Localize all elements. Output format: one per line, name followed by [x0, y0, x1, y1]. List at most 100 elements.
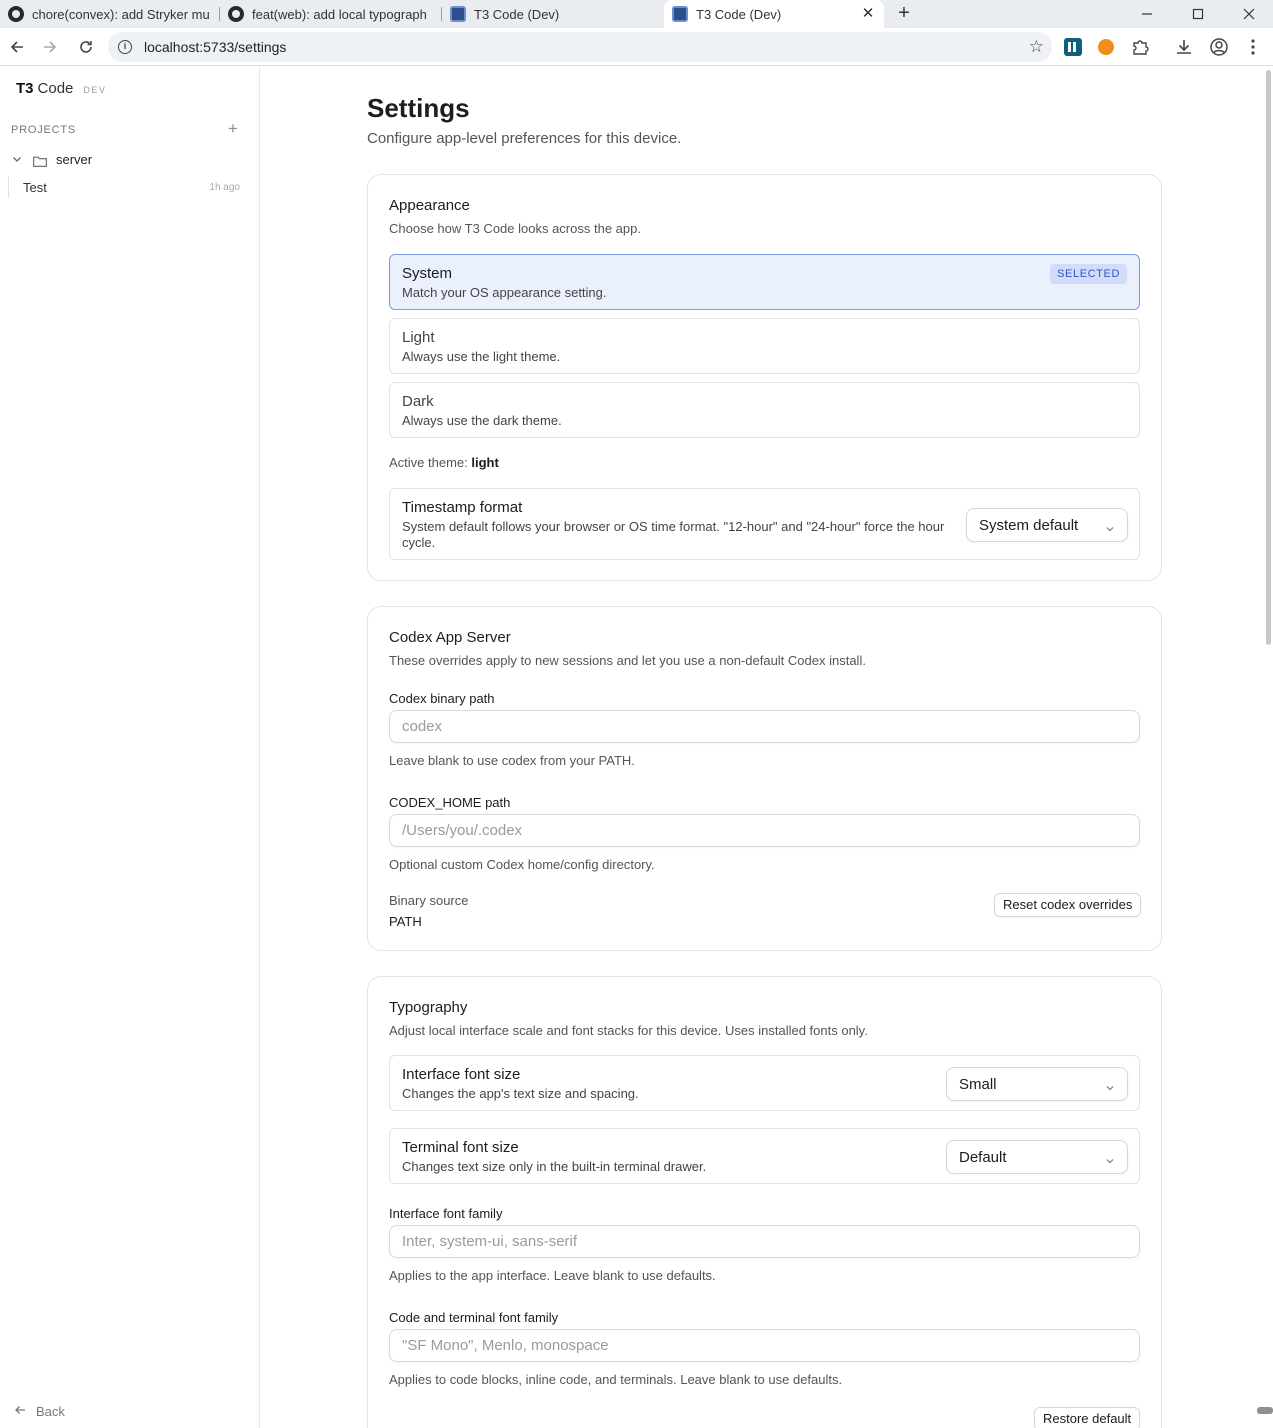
tab-title: T3 Code (Dev) [474, 6, 560, 22]
codex-binary-label: Codex binary path [389, 691, 495, 706]
reset-codex-overrides-button[interactable]: Reset codex overrides [994, 893, 1142, 917]
bookmark-star-icon[interactable]: ☆ [1029, 37, 1044, 57]
theme-option-title: Light [402, 329, 435, 346]
theme-option-light[interactable]: Light Always use the light theme. [389, 318, 1140, 374]
back-label: Back [36, 1404, 65, 1419]
tab-separator [219, 7, 220, 21]
terminal-font-size-select[interactable]: Default [946, 1140, 1128, 1174]
theme-option-description: Always use the dark theme. [402, 413, 562, 428]
interface-font-family-help: Applies to the app interface. Leave blan… [389, 1268, 716, 1283]
chevron-down-icon [1105, 1080, 1115, 1091]
theme-option-description: Match your OS appearance setting. [402, 285, 607, 300]
timestamp-format-row: Timestamp format System default follows … [389, 488, 1140, 560]
vertical-scrollbar[interactable] [1266, 70, 1271, 645]
terminal-font-size-row: Terminal font size Changes text size onl… [389, 1128, 1140, 1184]
t3-favicon-icon [672, 6, 688, 22]
codex-title: Codex App Server [389, 629, 511, 646]
reload-button[interactable] [72, 33, 100, 61]
sidebar: T3 Code DEV PROJECTS + server Test 1h ag… [0, 66, 260, 1428]
browser-tab-active[interactable]: T3 Code (Dev) ✕ [664, 0, 884, 28]
browser-tab[interactable]: feat(web): add local typograph [228, 0, 433, 28]
browser-tabstrip: chore(convex): add Stryker mu feat(web):… [0, 0, 1273, 28]
theme-option-description: Always use the light theme. [402, 349, 561, 364]
code-font-family-input[interactable] [389, 1329, 1140, 1362]
restore-default-button[interactable]: Restore default [1034, 1407, 1141, 1428]
page-subtitle: Configure app-level preferences for this… [367, 130, 682, 147]
appearance-title: Appearance [389, 197, 470, 214]
back-button[interactable]: Back [14, 1404, 65, 1419]
brand-name: Code [37, 80, 74, 97]
download-icon[interactable] [1174, 37, 1194, 57]
timestamp-format-title: Timestamp format [402, 499, 523, 516]
active-theme-value: light [471, 455, 499, 470]
interface-font-size-select[interactable]: Small [946, 1067, 1128, 1101]
timestamp-format-select[interactable]: System default [966, 508, 1128, 542]
forward-nav-button[interactable] [36, 33, 64, 61]
env-badge: DEV [83, 85, 107, 95]
page-title: Settings [367, 93, 470, 123]
profile-icon[interactable] [1209, 37, 1229, 57]
close-window-button[interactable] [1226, 0, 1272, 28]
minimize-button[interactable] [1124, 0, 1170, 28]
typography-title: Typography [389, 999, 468, 1016]
tab-title: chore(convex): add Stryker mu [32, 6, 210, 22]
interface-font-family-input[interactable] [389, 1225, 1140, 1258]
projects-heading: PROJECTS [11, 124, 77, 136]
thread-title: Test [23, 179, 47, 195]
codex-home-help: Optional custom Codex home/config direct… [389, 857, 655, 872]
theme-option-dark[interactable]: Dark Always use the dark theme. [389, 382, 1140, 438]
interface-font-size-value: Small [959, 1076, 997, 1093]
codex-binary-input[interactable] [389, 710, 1140, 743]
extension-icon[interactable] [1063, 37, 1083, 57]
site-info-icon[interactable]: i [118, 40, 132, 54]
thread-timestamp: 1h ago [209, 181, 240, 193]
back-nav-button[interactable] [3, 33, 31, 61]
theme-option-system[interactable]: System Match your OS appearance setting.… [389, 254, 1140, 310]
selected-badge: SELECTED [1050, 264, 1127, 284]
t3-favicon-icon [450, 6, 466, 22]
horizontal-scrollbar[interactable] [1257, 1407, 1273, 1414]
tab-separator [441, 7, 442, 21]
interface-font-size-description: Changes the app's text size and spacing. [402, 1086, 639, 1101]
close-tab-icon[interactable]: ✕ [860, 6, 876, 22]
terminal-font-size-description: Changes text size only in the built-in t… [402, 1159, 707, 1174]
new-tab-button[interactable]: + [893, 2, 915, 24]
brand-logo: T3 [16, 80, 34, 97]
tab-title: feat(web): add local typograph [252, 6, 427, 22]
tab-title: T3 Code (Dev) [696, 6, 782, 22]
extension-orange-icon[interactable] [1096, 37, 1116, 57]
theme-option-title: Dark [402, 393, 434, 410]
codex-binary-help: Leave blank to use codex from your PATH. [389, 753, 635, 768]
add-project-button[interactable]: + [224, 120, 242, 138]
chevron-down-icon[interactable] [12, 154, 22, 164]
browser-toolbar: i localhost:5733/settings ☆ [0, 28, 1273, 66]
appearance-description: Choose how T3 Code looks across the app. [389, 221, 641, 236]
appearance-card: Appearance Choose how T3 Code looks acro… [367, 174, 1162, 581]
settings-main: Settings Configure app-level preferences… [261, 66, 1273, 1428]
project-name: server [56, 151, 93, 167]
chevron-down-icon [1105, 1153, 1115, 1164]
github-icon [228, 6, 244, 22]
active-theme-status: Active theme: light [389, 455, 499, 470]
app-brand[interactable]: T3 Code DEV [16, 80, 106, 97]
timestamp-format-description: System default follows your browser or O… [402, 519, 945, 550]
thread-item[interactable]: Test 1h ago [8, 176, 244, 198]
maximize-button[interactable] [1175, 0, 1221, 28]
codex-home-input[interactable] [389, 814, 1140, 847]
code-font-family-help: Applies to code blocks, inline code, and… [389, 1372, 843, 1387]
address-bar[interactable]: i localhost:5733/settings ☆ [108, 32, 1052, 62]
extensions-puzzle-icon[interactable] [1130, 37, 1150, 57]
browser-tab[interactable]: chore(convex): add Stryker mu [8, 0, 213, 28]
binary-source-value: PATH [389, 914, 422, 929]
browser-menu-icon[interactable] [1243, 37, 1263, 57]
terminal-font-size-value: Default [959, 1149, 1007, 1166]
interface-font-size-title: Interface font size [402, 1066, 521, 1083]
active-theme-label: Active theme: [389, 455, 468, 470]
project-item[interactable]: server [0, 148, 259, 170]
codex-description: These overrides apply to new sessions an… [389, 653, 866, 668]
interface-font-size-row: Interface font size Changes the app's te… [389, 1055, 1140, 1111]
browser-tab[interactable]: T3 Code (Dev) [450, 0, 655, 28]
folder-icon [33, 154, 47, 167]
chevron-down-icon [1105, 521, 1115, 532]
timestamp-format-value: System default [979, 517, 1079, 534]
